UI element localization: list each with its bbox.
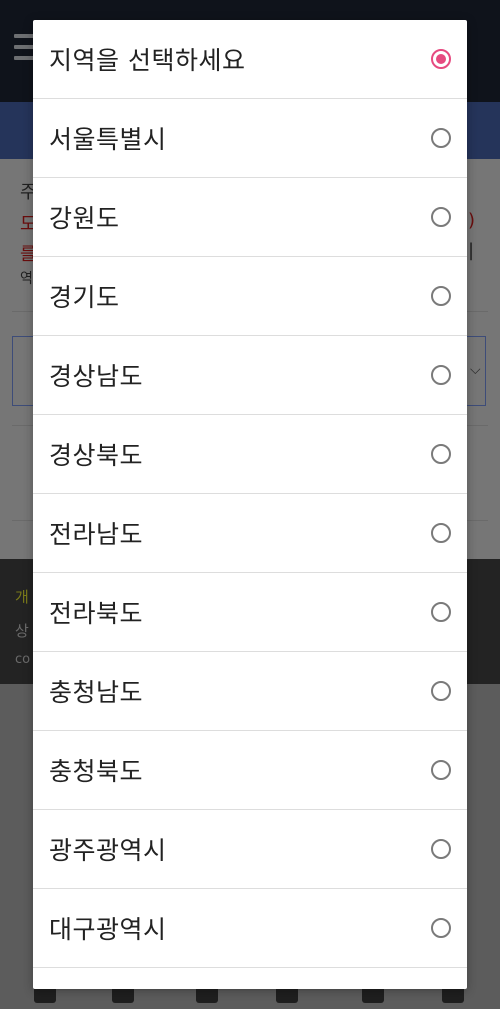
- option-select-region[interactable]: 지역을 선택하세요: [33, 20, 467, 99]
- option-label: 전라남도: [49, 520, 144, 549]
- option-label: 전라북도: [49, 599, 144, 628]
- option-jeonnam[interactable]: 전라남도: [33, 494, 467, 573]
- option-gyeongbuk[interactable]: 경상북도: [33, 415, 467, 494]
- radio-unselected-icon[interactable]: [431, 523, 451, 543]
- option-label: 서울특별시: [49, 125, 167, 154]
- option-gyeongnam[interactable]: 경상남도: [33, 336, 467, 415]
- radio-unselected-icon[interactable]: [431, 207, 451, 227]
- option-chungbuk[interactable]: 충청북도: [33, 731, 467, 810]
- footer-title: 개: [15, 588, 29, 606]
- option-label: 경상남도: [49, 362, 144, 391]
- region-picker-dialog: 지역을 선택하세요 서울특별시 강원도 경기도 경상남도 경상북도 전라남도 전…: [33, 20, 467, 989]
- option-gwangju[interactable]: 광주광역시: [33, 810, 467, 889]
- option-label: 강원도: [49, 204, 120, 233]
- footer-copyright: co: [15, 652, 31, 667]
- option-seoul[interactable]: 서울특별시: [33, 99, 467, 178]
- option-jeonbuk[interactable]: 전라북도: [33, 573, 467, 652]
- option-gangwon[interactable]: 강원도: [33, 178, 467, 257]
- option-label: 경기도: [49, 283, 120, 312]
- radio-unselected-icon[interactable]: [431, 839, 451, 859]
- option-chungnam[interactable]: 충청남도: [33, 652, 467, 731]
- radio-unselected-icon[interactable]: [431, 128, 451, 148]
- radio-unselected-icon[interactable]: [431, 286, 451, 306]
- option-label: 경상북도: [49, 441, 144, 470]
- radio-unselected-icon[interactable]: [431, 760, 451, 780]
- footer-text: 상: [15, 622, 29, 640]
- option-label: 충청북도: [49, 757, 144, 786]
- radio-unselected-icon[interactable]: [431, 365, 451, 385]
- radio-unselected-icon[interactable]: [431, 681, 451, 701]
- chevron-down-icon: ⌵: [470, 362, 481, 378]
- notice-text: |: [468, 240, 475, 261]
- radio-unselected-icon[interactable]: [431, 918, 451, 938]
- option-label: 광주광역시: [49, 836, 167, 865]
- radio-selected-icon[interactable]: [431, 49, 451, 69]
- radio-unselected-icon[interactable]: [431, 602, 451, 622]
- option-gyeonggi[interactable]: 경기도: [33, 257, 467, 336]
- option-label: 지역을 선택하세요: [49, 46, 246, 75]
- option-label: 대구광역시: [49, 915, 167, 944]
- option-label: 충청남도: [49, 678, 144, 707]
- option-daegu[interactable]: 대구광역시: [33, 889, 467, 968]
- notice-subtext: 역: [20, 271, 33, 287]
- notice-highlight-text: ): [468, 210, 476, 231]
- radio-unselected-icon[interactable]: [431, 444, 451, 464]
